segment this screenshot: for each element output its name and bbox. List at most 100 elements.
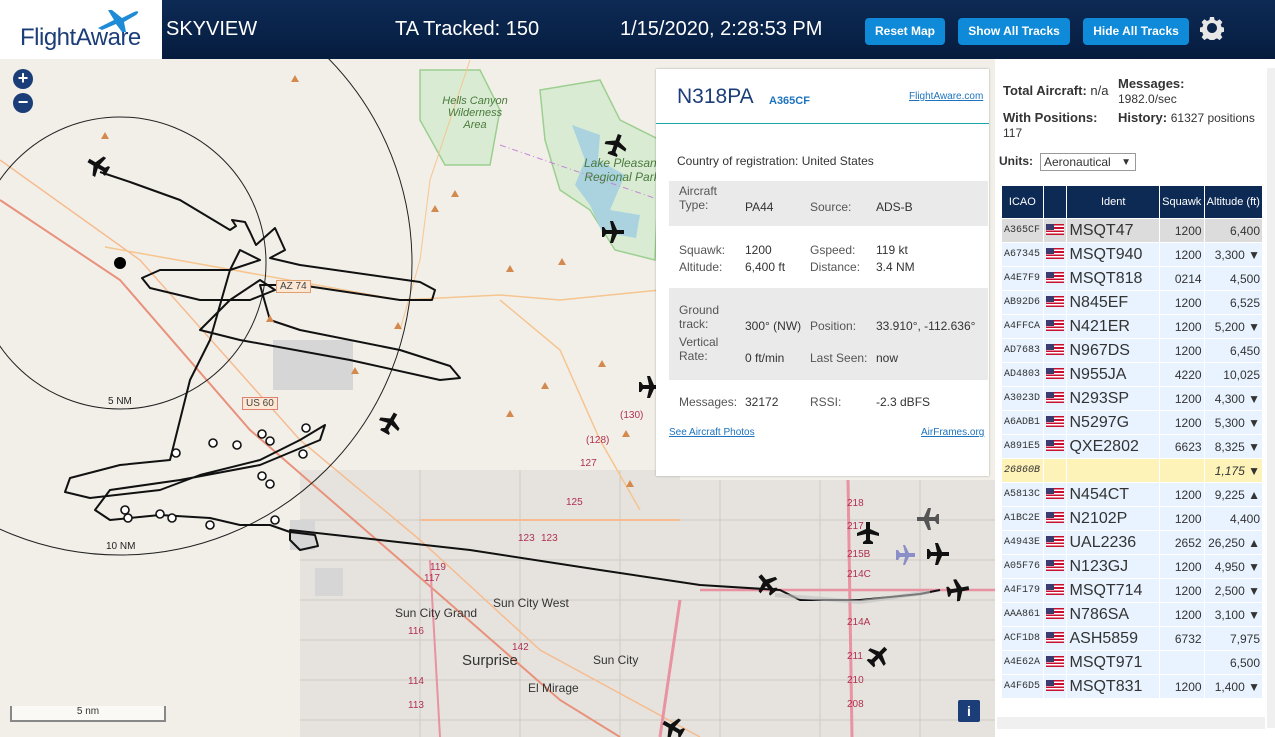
us-flag-icon — [1045, 367, 1064, 379]
row-ident: ASH5859 — [1067, 627, 1159, 650]
row-flag — [1043, 675, 1067, 698]
road-label-114: 114 — [408, 676, 424, 687]
us-flag-icon — [1045, 343, 1064, 355]
table-row[interactable]: ACF1D8 ASH5859 6732 7,975 — [1002, 627, 1262, 650]
with-positions-stat: With Positions: 117 — [1003, 110, 1098, 140]
zoom-out-button[interactable]: − — [13, 93, 33, 113]
table-row[interactable]: A891E5 QXE2802 6623 8,325 ▼ — [1002, 435, 1262, 458]
popup-country: Country of registration: United States — [677, 154, 874, 168]
map-label-lake-pleasant: Lake Pleasant Regional Park — [583, 156, 661, 184]
gear-icon[interactable] — [1200, 16, 1224, 40]
row-flag — [1043, 315, 1067, 338]
table-row[interactable]: A6ADB1 N5297G 1200 5,300 ▼ — [1002, 411, 1262, 434]
row-icao: A67345 — [1002, 243, 1043, 266]
us-flag-icon — [1045, 607, 1064, 619]
row-ident: N5297G — [1067, 411, 1159, 434]
city-sun-city-west: Sun City West — [493, 596, 569, 610]
table-row[interactable]: A4E62A MSQT971 6,500 — [1002, 651, 1262, 674]
squawk-label: Squawk: — [679, 243, 726, 257]
road-label-127: 127 — [580, 458, 597, 469]
aircraft-photos-link[interactable]: See Aircraft Photos — [669, 427, 755, 438]
hide-all-tracks-button[interactable]: Hide All Tracks — [1083, 18, 1189, 45]
road-label-211: 211 — [847, 651, 863, 662]
table-row[interactable]: A365CF MSQT47 1200 6,400 — [1002, 219, 1262, 242]
history-stat: History: 61327 positions — [1118, 110, 1255, 125]
row-flag — [1043, 363, 1067, 386]
flightaware-link[interactable]: FlightAware.com — [909, 91, 983, 102]
table-row[interactable]: A5813C N454CT 1200 9,225 ▲ — [1002, 483, 1262, 506]
map-info-button[interactable]: i — [958, 700, 980, 722]
table-row[interactable]: A4E7F9 MSQT818 0214 4,500 — [1002, 267, 1262, 290]
table-row[interactable]: 26860B 1,175 ▼ — [1002, 459, 1262, 482]
road-label-130: (130) — [620, 410, 644, 421]
position-label: Position: — [810, 319, 857, 333]
altitude-label: Altitude: — [679, 260, 723, 274]
row-altitude: 9,225 ▲ — [1204, 483, 1262, 506]
show-all-tracks-button[interactable]: Show All Tracks — [958, 18, 1070, 45]
lastseen-label: Last Seen: — [810, 351, 868, 365]
altitude-value: 6,400 ft — [745, 260, 786, 274]
row-squawk: 1200 — [1159, 243, 1204, 266]
column-header-ident[interactable]: Ident — [1067, 186, 1159, 218]
row-altitude: 6,525 — [1204, 291, 1262, 314]
row-squawk: 1200 — [1159, 411, 1204, 434]
row-flag — [1043, 507, 1067, 530]
road-label-218: 218 — [847, 498, 864, 509]
row-ident: UAL2236 — [1067, 531, 1159, 554]
row-flag — [1043, 435, 1067, 458]
road-label-214a: 214A — [847, 617, 871, 628]
zoom-in-button[interactable]: + — [13, 69, 33, 89]
column-header-squawk[interactable]: Squawk — [1159, 186, 1204, 218]
row-flag — [1043, 267, 1067, 290]
row-icao: AAA861 — [1002, 603, 1043, 626]
column-header-flag[interactable] — [1043, 186, 1067, 218]
us-flag-icon — [1045, 559, 1064, 571]
table-row[interactable]: A67345 MSQT940 1200 3,300 ▼ — [1002, 243, 1262, 266]
table-row[interactable]: AAA861 N786SA 1200 3,100 ▼ — [1002, 603, 1262, 626]
row-squawk: 1200 — [1159, 603, 1204, 626]
units-select[interactable]: Aeronautical ▼ — [1040, 153, 1136, 171]
row-ident: N955JA — [1067, 363, 1159, 386]
flightaware-logo[interactable]: FlightAware — [0, 0, 162, 59]
table-row[interactable]: A1BC2E N2102P 1200 4,400 — [1002, 507, 1262, 530]
app-name: SKYVIEW — [166, 18, 258, 40]
us-flag-icon — [1045, 535, 1064, 547]
distance-label: Distance: — [810, 260, 861, 274]
gspeed-label: Gspeed: — [810, 243, 856, 257]
table-row[interactable]: AD4803 N955JA 4220 10,025 — [1002, 363, 1262, 386]
road-label-123b: 123 — [541, 533, 558, 544]
row-icao: A05F76 — [1002, 555, 1043, 578]
table-row[interactable]: A4F179 MSQT714 1200 2,500 ▼ — [1002, 579, 1262, 602]
table-row[interactable]: A4943E UAL2236 2652 26,250 ▲ — [1002, 531, 1262, 554]
reset-map-button[interactable]: Reset Map — [865, 18, 945, 45]
row-ident: N123GJ — [1067, 555, 1159, 578]
road-label-125: 125 — [566, 497, 583, 508]
us-flag-icon — [1045, 247, 1064, 259]
row-icao: A4F179 — [1002, 579, 1043, 602]
table-row[interactable]: A4F6D5 MSQT831 1200 1,400 ▼ — [1002, 675, 1262, 698]
row-icao: A365CF — [1002, 219, 1043, 242]
table-row[interactable]: AD7683 N967DS 1200 6,450 — [1002, 339, 1262, 362]
table-row[interactable]: A3023D N293SP 1200 4,300 ▼ — [1002, 387, 1262, 410]
row-altitude: 4,300 ▼ — [1204, 387, 1262, 410]
column-header-icao[interactable]: ICAO — [1002, 186, 1043, 218]
horizontal-scrollbar[interactable] — [997, 717, 1265, 729]
us-flag-icon — [1045, 391, 1064, 403]
road-label-214c: 214C — [847, 569, 871, 580]
position-value: 33.910°, -112.636° — [876, 319, 976, 333]
table-row[interactable]: A4FFCA N421ER 1200 5,200 ▼ — [1002, 315, 1262, 338]
us-flag-icon — [1045, 439, 1064, 451]
vertical-scrollbar[interactable] — [1267, 68, 1275, 728]
airframes-link[interactable]: AirFrames.org — [921, 427, 984, 438]
us-flag-icon — [1045, 487, 1064, 499]
row-altitude: 10,025 — [1204, 363, 1262, 386]
map-scale-bar: 5 nm — [10, 706, 166, 722]
current-datetime: 1/15/2020, 2:28:53 PM — [620, 18, 823, 40]
row-ident — [1067, 459, 1159, 482]
table-row[interactable]: AB92D6 N845EF 1200 6,525 — [1002, 291, 1262, 314]
road-label-208: 208 — [847, 699, 864, 710]
row-icao: AB92D6 — [1002, 291, 1043, 314]
column-header-altitude[interactable]: Altitude (ft) — [1204, 186, 1262, 218]
row-altitude: 8,325 ▼ — [1204, 435, 1262, 458]
table-row[interactable]: A05F76 N123GJ 1200 4,950 ▼ — [1002, 555, 1262, 578]
